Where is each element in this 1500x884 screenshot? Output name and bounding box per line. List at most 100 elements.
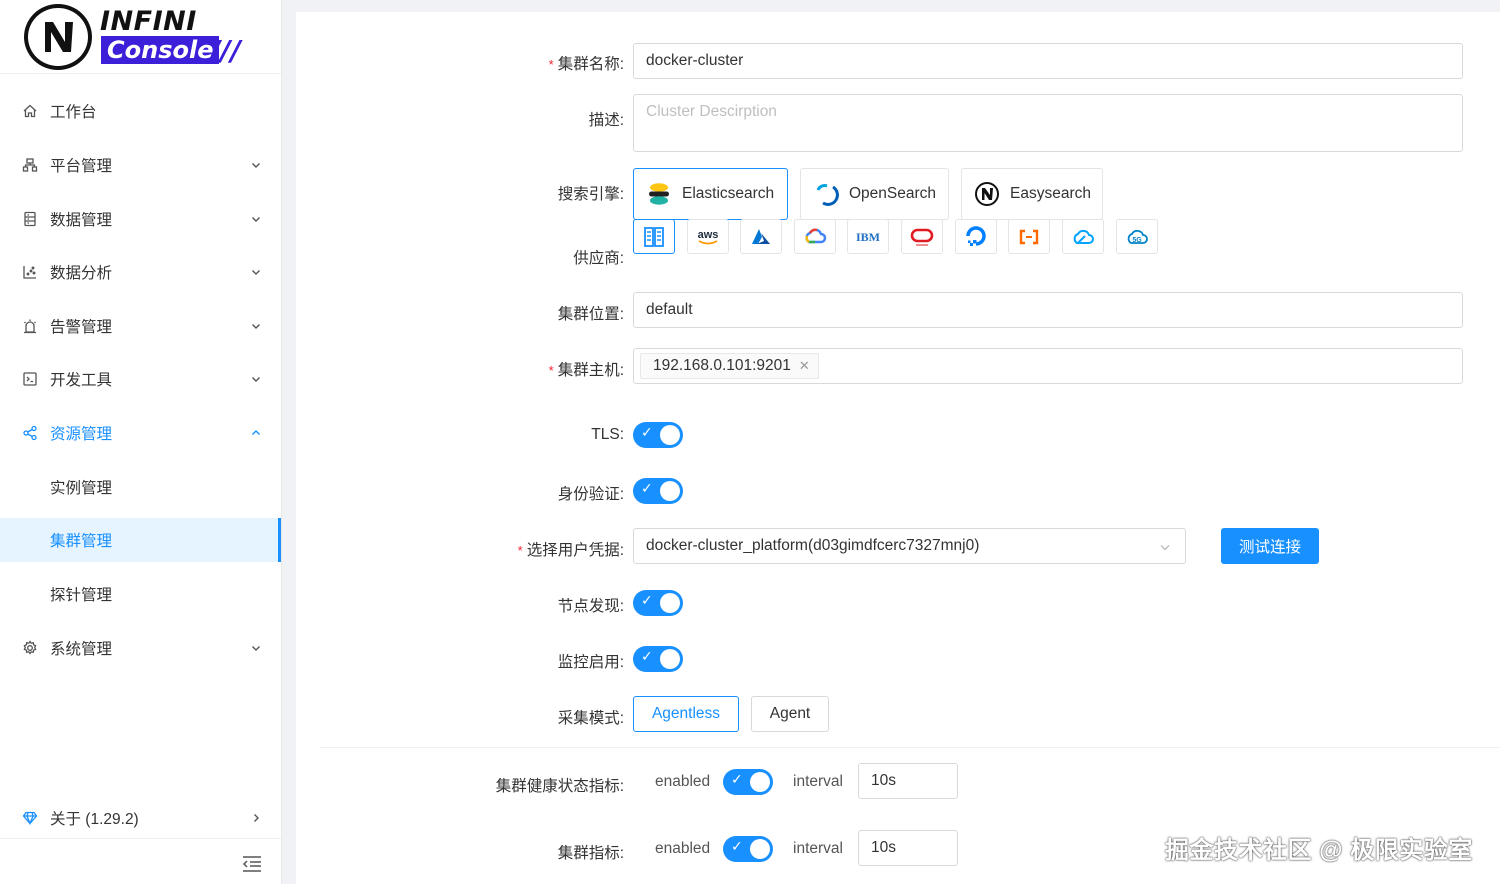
sidebar-item-resources[interactable]: 资源管理 bbox=[0, 411, 281, 455]
sidebar-item-clusters[interactable]: 集群管理 bbox=[0, 518, 281, 562]
opensearch-icon bbox=[816, 184, 839, 206]
provider-5g-cloud-button[interactable]: 5G bbox=[1116, 219, 1158, 254]
oracle-icon bbox=[910, 228, 934, 245]
aws-icon: aws bbox=[698, 229, 719, 244]
sidebar-item-label: 告警管理 bbox=[50, 319, 113, 336]
sidebar: INFINI Console /// 工作台 平台管理 数据管理 数据分析 告警… bbox=[0, 0, 282, 884]
cloud-5g-icon: 5G bbox=[1127, 229, 1148, 244]
logo-word-infini: INFINI bbox=[100, 6, 197, 37]
auth-label: 身份验证: bbox=[557, 486, 624, 503]
sidebar-item-label: 数据管理 bbox=[50, 212, 113, 229]
credential-select[interactable]: docker-cluster_platform(d03gimdfcerc7327… bbox=[633, 528, 1186, 564]
provider-on-premise-button[interactable] bbox=[633, 219, 675, 254]
provider-label: 供应商: bbox=[573, 250, 624, 267]
host-tag: 192.168.0.101:9201 ✕ bbox=[640, 353, 819, 379]
chevron-down-icon bbox=[250, 159, 262, 171]
provider-tencent-cloud-button[interactable] bbox=[1062, 219, 1104, 254]
sidebar-item-label: 工作台 bbox=[50, 104, 97, 121]
metrics-interval-text: interval bbox=[793, 840, 843, 857]
cluster-name-input[interactable]: docker-cluster bbox=[633, 43, 1463, 79]
monitor-label: 监控启用: bbox=[557, 654, 624, 671]
chevron-down-icon bbox=[250, 213, 262, 225]
chevron-down-icon bbox=[250, 642, 262, 654]
chevron-right-icon bbox=[250, 812, 262, 824]
provider-ibm-button[interactable]: IBM bbox=[847, 219, 889, 254]
health-enabled-switch[interactable]: ✓ bbox=[723, 769, 773, 795]
elasticsearch-icon bbox=[649, 183, 669, 205]
engine-elasticsearch-button[interactable]: Elasticsearch bbox=[633, 168, 788, 220]
alarm-icon bbox=[22, 318, 38, 334]
digitalocean-icon bbox=[966, 225, 986, 246]
credential-select-value: docker-cluster_platform(d03gimdfcerc7327… bbox=[646, 537, 980, 554]
provider-azure-button[interactable] bbox=[740, 219, 782, 254]
close-icon[interactable]: ✕ bbox=[799, 358, 810, 374]
mode-agentless-button[interactable]: Agentless bbox=[633, 696, 739, 732]
sidebar-item-instances[interactable]: 实例管理 bbox=[0, 465, 281, 509]
sidebar-item-agents[interactable]: 探针管理 bbox=[0, 572, 281, 616]
svg-text:5G: 5G bbox=[1132, 237, 1142, 244]
provider-digitalocean-button[interactable] bbox=[955, 219, 997, 254]
tls-switch[interactable]: ✓ bbox=[633, 422, 683, 448]
infini-logo-icon bbox=[24, 4, 92, 70]
location-input[interactable]: default bbox=[633, 292, 1463, 328]
sidebar-item-data[interactable]: 数据管理 bbox=[0, 197, 281, 241]
provider-google-cloud-button[interactable] bbox=[794, 219, 836, 254]
monitor-switch[interactable]: ✓ bbox=[633, 646, 683, 672]
diamond-icon bbox=[22, 810, 38, 826]
sidebar-item-label: 数据分析 bbox=[50, 265, 113, 282]
provider-aws-button[interactable]: aws bbox=[687, 219, 729, 254]
sidebar-item-label: 系统管理 bbox=[50, 641, 113, 658]
tencent-cloud-icon bbox=[1073, 229, 1094, 244]
menu-collapse-icon[interactable] bbox=[242, 855, 262, 873]
check-icon: ✓ bbox=[731, 771, 743, 787]
engine-label-elasticsearch: Elasticsearch bbox=[682, 185, 775, 202]
engine-opensearch-button[interactable]: OpenSearch bbox=[800, 168, 949, 220]
logo-word-console: Console bbox=[101, 36, 220, 64]
section-divider bbox=[320, 747, 1500, 748]
description-label: 描述: bbox=[588, 112, 624, 129]
mode-agent-button[interactable]: Agent bbox=[751, 696, 829, 732]
metrics-enabled-text: enabled bbox=[655, 840, 711, 857]
provider-aliyun-button[interactable] bbox=[1008, 219, 1050, 254]
sidebar-item-platform[interactable]: 平台管理 bbox=[0, 143, 281, 187]
sidebar-item-label: 开发工具 bbox=[50, 372, 113, 389]
logo[interactable]: INFINI Console /// bbox=[0, 0, 281, 74]
server-rack-icon bbox=[644, 226, 664, 247]
ibm-icon: IBM bbox=[856, 230, 880, 244]
test-connection-button[interactable]: 测试连接 bbox=[1221, 528, 1319, 564]
svg-text:IBM: IBM bbox=[856, 230, 880, 244]
sidebar-item-label: 探针管理 bbox=[50, 587, 113, 604]
health-interval-input[interactable]: 10s bbox=[858, 763, 958, 799]
sidebar-item-devtools[interactable]: 开发工具 bbox=[0, 357, 281, 401]
sidebar-item-about[interactable]: 关于 (1.29.2) bbox=[0, 796, 281, 840]
metrics-enabled-switch[interactable]: ✓ bbox=[723, 836, 773, 862]
sidebar-item-label: 平台管理 bbox=[50, 158, 113, 175]
auth-switch[interactable]: ✓ bbox=[633, 478, 683, 504]
chevron-up-icon bbox=[250, 427, 262, 439]
engine-label-easysearch: Easysearch bbox=[1010, 185, 1091, 202]
description-textarea[interactable]: Cluster Descirption bbox=[633, 94, 1463, 152]
svg-text:aws: aws bbox=[698, 229, 719, 241]
sidebar-item-alerts[interactable]: 告警管理 bbox=[0, 304, 281, 348]
engine-label-opensearch: OpenSearch bbox=[849, 185, 937, 202]
check-icon: ✓ bbox=[731, 838, 743, 854]
cluster-metrics-label: 集群指标: bbox=[557, 845, 624, 862]
discovery-label: 节点发现: bbox=[557, 598, 624, 615]
engine-label: 搜索引擎: bbox=[557, 186, 624, 203]
health-enabled-text: enabled bbox=[655, 773, 711, 790]
sidebar-item-analytics[interactable]: 数据分析 bbox=[0, 250, 281, 294]
provider-oracle-button[interactable] bbox=[901, 219, 943, 254]
sidebar-item-workbench[interactable]: 工作台 bbox=[0, 89, 281, 133]
home-icon bbox=[22, 103, 38, 119]
check-icon: ✓ bbox=[641, 648, 653, 664]
tls-label: TLS: bbox=[591, 426, 624, 443]
watermark: 掘金技术社区 @ 极限实验室 bbox=[1165, 837, 1473, 864]
sidebar-item-system[interactable]: 系统管理 bbox=[0, 626, 281, 670]
sidebar-divider bbox=[0, 838, 281, 839]
sidebar-item-label: 集群管理 bbox=[50, 533, 113, 550]
metrics-interval-input[interactable]: 10s bbox=[858, 830, 958, 866]
discovery-switch[interactable]: ✓ bbox=[633, 590, 683, 616]
easysearch-icon bbox=[975, 182, 999, 206]
engine-easysearch-button[interactable]: Easysearch bbox=[961, 168, 1103, 220]
health-metrics-label: 集群健康状态指标: bbox=[495, 778, 624, 795]
